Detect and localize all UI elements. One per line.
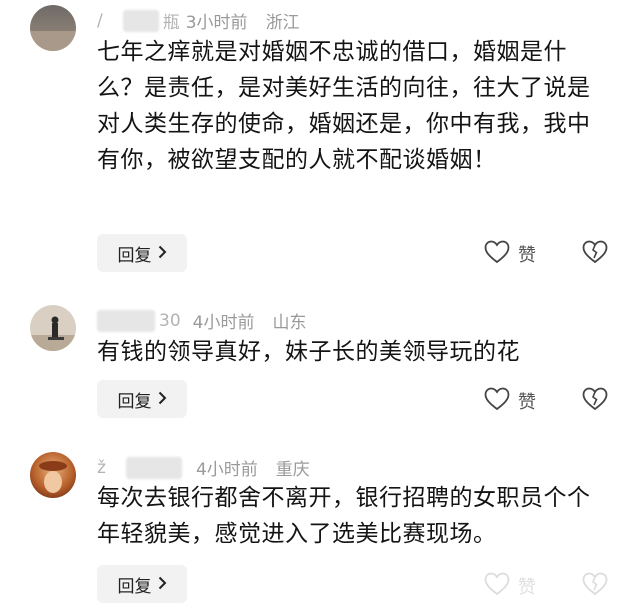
username-fragment[interactable]: / <box>97 11 103 31</box>
dislike-button[interactable] <box>582 572 608 600</box>
broken-heart-icon <box>582 387 608 415</box>
comment-text: 七年之痒就是对婚姻不忠诚的借口，婚姻是什么？是责任，是对美好生活的向往，往大了说… <box>97 39 591 173</box>
comment-time: 4小时前 <box>195 460 258 480</box>
heart-icon <box>484 240 510 268</box>
chevron-right-icon <box>158 575 167 594</box>
like-label: 赞 <box>518 392 536 413</box>
heart-icon <box>484 572 510 600</box>
like-button[interactable]: 赞 <box>484 572 536 600</box>
username-fragment[interactable]: 瓶 <box>163 8 180 33</box>
comment-time: 4小时前 <box>192 313 255 333</box>
like-button[interactable]: 赞 <box>484 240 536 268</box>
comment-location: 山东 <box>272 313 307 333</box>
comment-time: 3小时前 <box>185 13 248 33</box>
like-label: 赞 <box>518 245 536 266</box>
like-label: 赞 <box>518 577 536 598</box>
broken-heart-icon <box>582 572 608 600</box>
username-redacted <box>97 309 155 332</box>
comment-text: 每次去银行都舍不离开，银行招聘的女职员个个年轻貌美，感觉进入了选美比赛现场。 <box>97 485 591 547</box>
reply-label: 回复 <box>117 576 152 597</box>
comment-location: 浙江 <box>265 13 300 33</box>
reply-label: 回复 <box>117 245 152 266</box>
username-redacted <box>122 9 159 32</box>
dislike-button[interactable] <box>582 240 608 268</box>
comment-location: 重庆 <box>275 460 310 480</box>
avatar[interactable] <box>30 305 76 351</box>
like-button[interactable]: 赞 <box>484 387 536 415</box>
comment-meta: 30 4小时前 山东 <box>97 308 306 333</box>
chevron-right-icon <box>158 244 167 263</box>
reply-button[interactable]: 回复 <box>97 380 187 418</box>
heart-icon <box>484 387 510 415</box>
reply-button[interactable]: 回复 <box>97 234 187 272</box>
avatar[interactable] <box>30 452 76 498</box>
broken-heart-icon <box>582 240 608 268</box>
chevron-right-icon <box>158 390 167 409</box>
comment-text: 有钱的领导真好，妹子长的美领导玩的花 <box>97 339 520 365</box>
reply-button[interactable]: 回复 <box>97 565 187 603</box>
comment-meta: ž 4小时前 重庆 <box>97 455 310 480</box>
comment-meta: / 瓶 3小时前 浙江 <box>97 8 300 33</box>
dislike-button[interactable] <box>582 387 608 415</box>
username-redacted <box>125 456 182 479</box>
reply-label: 回复 <box>117 391 152 412</box>
username-fragment[interactable]: 30 <box>159 311 181 331</box>
username-fragment[interactable]: ž <box>97 458 106 478</box>
avatar[interactable] <box>30 5 76 51</box>
